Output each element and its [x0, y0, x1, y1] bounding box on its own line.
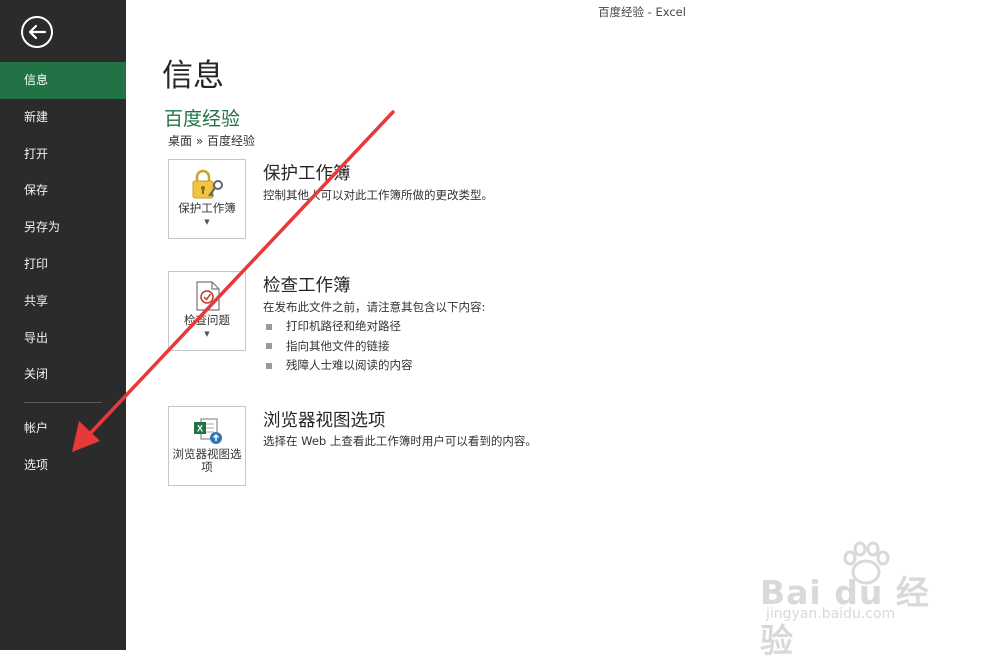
- bullet-icon: [266, 343, 272, 349]
- baidu-watermark: Bai du 经验 jingyan.baidu.com: [758, 540, 958, 660]
- document-name: 百度经验: [164, 108, 241, 130]
- sidebar-item-print[interactable]: 打印: [0, 246, 126, 283]
- svg-text:X: X: [197, 424, 203, 434]
- list-item: 指向其他文件的链接: [266, 337, 413, 357]
- check-issues-button[interactable]: 检查问题 ▼: [168, 271, 246, 351]
- watermark-site: jingyan.baidu.com: [766, 606, 896, 622]
- bullet-icon: [266, 362, 272, 369]
- protect-workbook-button[interactable]: 保护工作簿 ▼: [168, 159, 246, 239]
- chevron-down-icon: ▼: [204, 218, 210, 226]
- sidebar-item-options[interactable]: 选项: [0, 447, 126, 484]
- back-button[interactable]: [20, 15, 54, 49]
- protect-workbook-title: 保护工作簿: [263, 164, 351, 184]
- list-item-text: 指向其他文件的链接: [286, 338, 390, 353]
- inspect-workbook-description: 在发布此文件之前，请注意其包含以下内容:: [263, 300, 486, 314]
- check-document-icon: [196, 281, 220, 311]
- inspect-bullet-list: 打印机路径和绝对路径 指向其他文件的链接 残障人士难以阅读的内容: [266, 317, 413, 376]
- back-arrow-icon: [21, 16, 53, 48]
- sidebar-item-open[interactable]: 打开: [0, 136, 126, 173]
- page-title: 信息: [162, 58, 224, 94]
- list-item-text: 打印机路径和绝对路径: [286, 319, 401, 333]
- inspect-workbook-title: 检查工作簿: [263, 276, 351, 296]
- protect-workbook-description: 控制其他人可以对此工作簿所做的更改类型。: [263, 188, 493, 202]
- protect-workbook-tile-label: 保护工作簿: [178, 201, 236, 215]
- sidebar-divider: [24, 402, 102, 403]
- document-path: 桌面 » 百度经验: [168, 134, 255, 148]
- sidebar-item-export[interactable]: 导出: [0, 320, 126, 357]
- sidebar-item-save[interactable]: 保存: [0, 172, 126, 209]
- bullet-icon: [266, 323, 272, 330]
- sidebar-item-account[interactable]: 帐户: [0, 410, 126, 447]
- browser-view-tile-label: 浏览器视图选项: [172, 447, 242, 474]
- lock-key-icon: [192, 169, 223, 199]
- sidebar-nav: 信息 新建 打开 保存 另存为 打印 共享 导出 关闭: [0, 62, 126, 393]
- sidebar-item-info[interactable]: 信息: [0, 62, 126, 99]
- sidebar-item-share[interactable]: 共享: [0, 283, 126, 320]
- sidebar-item-new[interactable]: 新建: [0, 99, 126, 136]
- excel-web-icon: X: [194, 418, 222, 444]
- list-item: 残障人士难以阅读的内容: [266, 356, 413, 376]
- browser-view-options-button[interactable]: X 浏览器视图选项: [168, 406, 246, 486]
- sidebar-bottom-nav: 帐户 选项: [0, 410, 126, 484]
- window-title: 百度经验 - Excel: [598, 5, 686, 19]
- sidebar-item-close[interactable]: 关闭: [0, 356, 126, 393]
- chevron-down-icon: ▼: [204, 330, 210, 338]
- sidebar-item-save-as[interactable]: 另存为: [0, 209, 126, 246]
- backstage-sidebar: 信息 新建 打开 保存 另存为 打印 共享 导出 关闭 帐户 选项: [0, 0, 126, 650]
- browser-view-description: 选择在 Web 上查看此工作簿时用户可以看到的内容。: [263, 434, 537, 448]
- check-issues-tile-label: 检查问题: [184, 313, 230, 327]
- browser-view-title: 浏览器视图选项: [263, 411, 386, 431]
- list-item-text: 残障人士难以阅读的内容: [286, 358, 413, 372]
- list-item: 打印机路径和绝对路径: [266, 317, 413, 337]
